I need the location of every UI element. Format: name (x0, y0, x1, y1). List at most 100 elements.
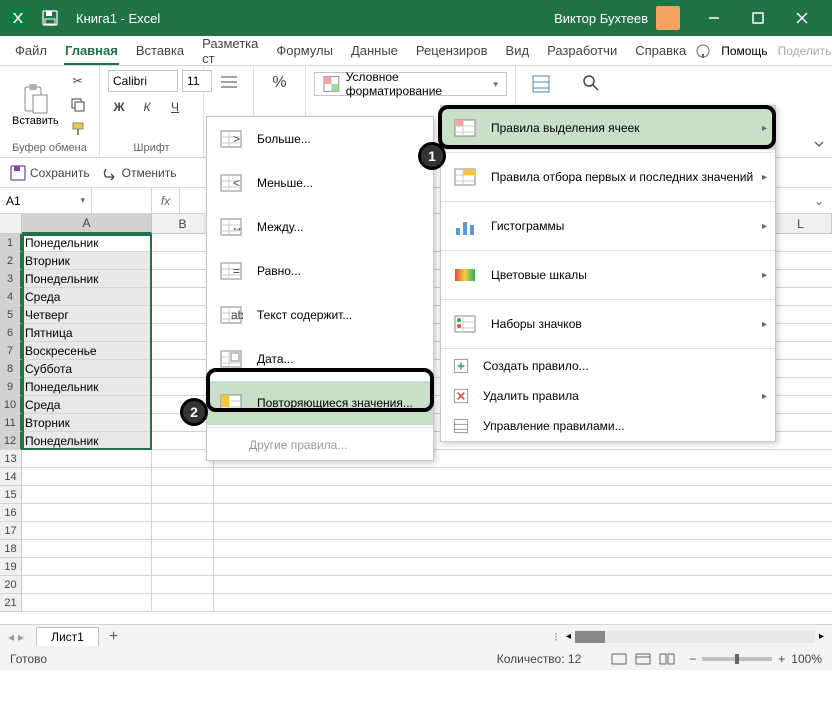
cell[interactable] (214, 594, 832, 612)
row-header[interactable]: 16 (0, 504, 22, 522)
cell[interactable] (152, 486, 214, 504)
cell[interactable] (22, 504, 152, 522)
cell[interactable] (152, 234, 214, 252)
cell[interactable] (152, 306, 214, 324)
quick-save-icon[interactable] (36, 4, 64, 32)
undo-button[interactable]: Отменить (102, 165, 177, 181)
tell-me-icon[interactable] (695, 43, 711, 59)
font-name-input[interactable] (108, 70, 178, 92)
cell[interactable] (22, 486, 152, 504)
name-box[interactable]: ▾ (0, 188, 92, 213)
row-header[interactable]: 14 (0, 468, 22, 486)
expand-formula-bar-icon[interactable]: ⌄ (806, 188, 832, 213)
column-header[interactable]: B (152, 214, 214, 234)
cell[interactable] (214, 558, 832, 576)
row-header[interactable]: 9 (0, 378, 22, 396)
ribbon-tab-главная[interactable]: Главная (56, 36, 127, 65)
menu-item-icons[interactable]: Наборы значков▸ (441, 302, 775, 346)
cell[interactable]: Понедельник (22, 378, 152, 396)
cell[interactable] (152, 270, 214, 288)
ribbon-tab-вид[interactable]: Вид (497, 36, 539, 65)
search-icon[interactable] (582, 74, 600, 92)
row-header[interactable]: 19 (0, 558, 22, 576)
cell[interactable] (214, 540, 832, 558)
cell[interactable] (152, 576, 214, 594)
menu-item-other-rules[interactable]: Другие правила... (207, 430, 433, 460)
menu-item-dup[interactable]: Повторяющиеся значения... (207, 381, 433, 425)
underline-button[interactable]: Ч (164, 96, 186, 118)
cell[interactable]: Суббота (22, 360, 152, 378)
ribbon-tab-вставка[interactable]: Вставка (127, 36, 193, 65)
cell[interactable] (152, 324, 214, 342)
cell[interactable] (152, 252, 214, 270)
ribbon-tab-файл[interactable]: Файл (6, 36, 56, 65)
menu-item-lt[interactable]: <Меньше... (207, 161, 433, 205)
row-header[interactable]: 15 (0, 486, 22, 504)
horizontal-scrollbar[interactable]: ◂ ▸ (566, 631, 824, 643)
format-painter-icon[interactable] (67, 118, 89, 140)
row-header[interactable]: 2 (0, 252, 22, 270)
column-header[interactable]: A (22, 214, 152, 234)
menu-item-between[interactable]: ↔Между... (207, 205, 433, 249)
cell[interactable] (214, 486, 832, 504)
cell[interactable]: Среда (22, 288, 152, 306)
paste-button[interactable]: Вставить (8, 79, 63, 131)
save-button[interactable]: Сохранить (10, 165, 90, 181)
cells-icon[interactable] (531, 74, 551, 94)
row-header[interactable]: 12 (0, 432, 22, 450)
cell[interactable] (152, 378, 214, 396)
menu-item-clear[interactable]: Удалить правила▸ (441, 381, 775, 411)
row-header[interactable]: 6 (0, 324, 22, 342)
row-header[interactable]: 13 (0, 450, 22, 468)
column-header[interactable]: L (770, 214, 832, 234)
cell[interactable]: Понедельник (22, 270, 152, 288)
cell[interactable] (152, 468, 214, 486)
cell[interactable] (22, 594, 152, 612)
cell[interactable] (152, 342, 214, 360)
cut-icon[interactable]: ✂ (67, 70, 89, 92)
cell[interactable] (214, 576, 832, 594)
row-header[interactable]: 11 (0, 414, 22, 432)
cell[interactable] (152, 360, 214, 378)
sheet-nav-prev-icon[interactable]: ◂ (8, 630, 14, 644)
cell[interactable] (22, 558, 152, 576)
menu-item-gt[interactable]: >Больше... (207, 117, 433, 161)
minimize-button[interactable] (692, 0, 736, 36)
cell[interactable] (152, 594, 214, 612)
alignment-icon[interactable] (219, 74, 239, 90)
row-header[interactable]: 8 (0, 360, 22, 378)
fx-icon[interactable]: fx (152, 188, 180, 213)
select-all-corner[interactable] (0, 214, 22, 234)
cell[interactable] (22, 576, 152, 594)
ribbon-tab-разметка ст[interactable]: Разметка ст (193, 36, 267, 65)
zoom-in-button[interactable]: + (778, 652, 785, 666)
menu-item-bars[interactable]: Гистограммы▸ (441, 204, 775, 248)
cell[interactable]: Четверг (22, 306, 152, 324)
cell[interactable]: Пятница (22, 324, 152, 342)
cell[interactable] (22, 540, 152, 558)
cell[interactable] (22, 450, 152, 468)
help-label[interactable]: Помощь (721, 44, 767, 58)
view-normal-icon[interactable] (611, 653, 627, 665)
cell[interactable] (22, 522, 152, 540)
conditional-formatting-button[interactable]: Условное форматирование ▾ (314, 72, 507, 96)
menu-item-text[interactable]: abТекст содержит... (207, 293, 433, 337)
menu-item-eq[interactable]: =Равно... (207, 249, 433, 293)
cell[interactable] (22, 468, 152, 486)
cell[interactable]: Воскресенье (22, 342, 152, 360)
maximize-button[interactable] (736, 0, 780, 36)
cell[interactable] (152, 558, 214, 576)
sheet-nav-next-icon[interactable]: ▸ (18, 630, 24, 644)
row-header[interactable]: 10 (0, 396, 22, 414)
row-header[interactable]: 4 (0, 288, 22, 306)
bold-button[interactable]: Ж (108, 96, 130, 118)
italic-button[interactable]: К (136, 96, 158, 118)
add-sheet-button[interactable]: + (109, 628, 118, 646)
menu-item-date[interactable]: Дата... (207, 337, 433, 381)
row-header[interactable]: 20 (0, 576, 22, 594)
zoom-out-button[interactable]: − (689, 652, 696, 666)
close-button[interactable] (780, 0, 824, 36)
zoom-level[interactable]: 100% (791, 652, 822, 666)
copy-icon[interactable] (67, 94, 89, 116)
ribbon-tab-формулы[interactable]: Формулы (267, 36, 342, 65)
